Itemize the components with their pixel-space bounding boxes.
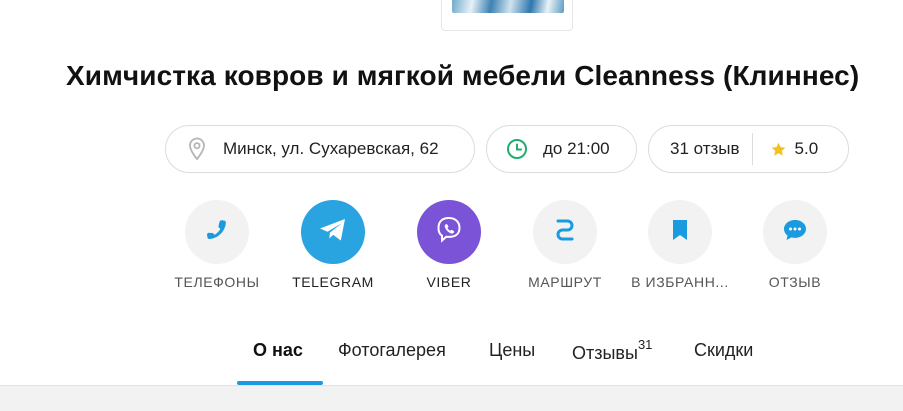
content-background xyxy=(0,386,903,411)
logo-image xyxy=(452,0,564,13)
viber-label: VIBER xyxy=(426,274,472,290)
telegram-button[interactable]: TELEGRAM xyxy=(273,200,393,290)
phone-button-circle[interactable] xyxy=(185,200,249,264)
tab-bar: О нас Фотогалерея Цены Отзывы31 Скидки xyxy=(0,336,903,386)
telegram-label: TELEGRAM xyxy=(292,274,374,290)
star-icon xyxy=(770,140,788,158)
rating-value: 5.0 xyxy=(794,139,819,158)
tab-discounts[interactable]: Скидки xyxy=(694,340,753,361)
telegram-button-circle[interactable] xyxy=(301,200,365,264)
viber-button-circle[interactable] xyxy=(417,200,481,264)
reviews-count: 31 отзыв xyxy=(670,139,740,158)
business-page: Химчистка ковров и мягкой мебели Cleanne… xyxy=(0,0,903,411)
chip-separator xyxy=(751,133,753,165)
review-button-circle[interactable] xyxy=(763,200,827,264)
phone-icon xyxy=(204,217,230,248)
clock-icon xyxy=(505,137,529,161)
hours-chip[interactable]: до 21:00 xyxy=(486,125,637,173)
review-button[interactable]: ОТЗЫВ xyxy=(735,200,855,290)
location-pin-icon xyxy=(186,137,208,161)
route-button-circle[interactable] xyxy=(533,200,597,264)
address-chip[interactable]: Минск, ул. Сухаревская, 62 xyxy=(165,125,475,173)
favorites-button[interactable]: В ИЗБРАНН... xyxy=(620,200,740,290)
favorites-button-circle[interactable] xyxy=(648,200,712,264)
bookmark-icon xyxy=(670,218,690,247)
tab-about[interactable]: О нас xyxy=(253,340,303,361)
chat-bubble-icon xyxy=(782,218,808,247)
phones-label: ТЕЛЕФОНЫ xyxy=(174,274,260,290)
reviews-chip[interactable]: 31 отзыв 5.0 xyxy=(648,125,849,173)
page-title: Химчистка ковров и мягкой мебели Cleanne… xyxy=(66,60,860,91)
hours-text: до 21:00 xyxy=(543,139,610,158)
tab-prices[interactable]: Цены xyxy=(489,340,535,361)
tab-reviews-count: 31 xyxy=(637,337,653,352)
business-logo[interactable] xyxy=(441,0,573,31)
tab-gallery[interactable]: Фотогалерея xyxy=(338,340,446,361)
address-text: Минск, ул. Сухаревская, 62 xyxy=(223,139,439,158)
telegram-icon xyxy=(318,217,348,248)
route-icon xyxy=(551,216,579,249)
review-label: ОТЗЫВ xyxy=(768,274,822,290)
viber-icon xyxy=(434,215,464,250)
tab-reviews-label: Отзывы xyxy=(572,343,638,363)
route-label: МАРШРУТ xyxy=(528,274,602,290)
viber-button[interactable]: VIBER xyxy=(389,200,509,290)
tab-reviews[interactable]: Отзывы31 xyxy=(572,337,653,364)
phones-button[interactable]: ТЕЛЕФОНЫ xyxy=(157,200,277,290)
route-button[interactable]: МАРШРУТ xyxy=(505,200,625,290)
favorites-label: В ИЗБРАНН... xyxy=(631,274,729,290)
